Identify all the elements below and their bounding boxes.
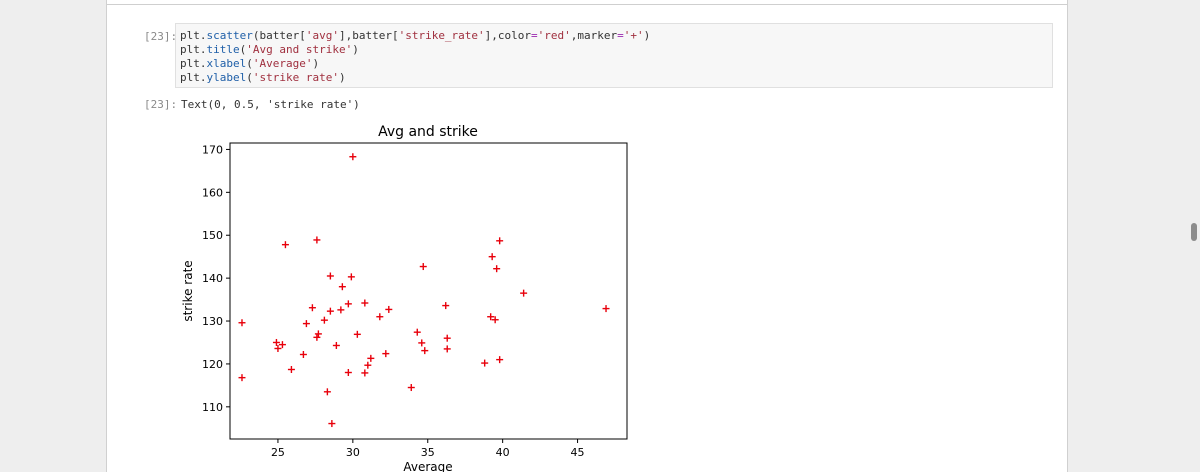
scatter-point xyxy=(299,350,307,358)
scatter-point xyxy=(349,153,357,161)
scatter-point xyxy=(520,289,528,297)
scatter-point xyxy=(344,369,352,377)
y-tick-label: 140 xyxy=(202,272,223,285)
y-tick-label: 110 xyxy=(202,401,223,414)
scatter-point xyxy=(493,265,501,273)
data-points xyxy=(238,153,610,428)
scatter-point xyxy=(323,388,331,396)
y-axis-label: strike rate xyxy=(181,260,195,321)
scatter-point xyxy=(418,339,426,347)
y-axis-ticks: 110 120 130 140 150 160 170 xyxy=(202,143,230,414)
y-tick-label: 120 xyxy=(202,358,223,371)
scatter-point xyxy=(385,305,393,313)
scatter-point xyxy=(361,299,369,307)
y-tick-label: 170 xyxy=(202,143,223,156)
chart-title: Avg and strike xyxy=(378,124,478,140)
scatter-point xyxy=(313,236,321,244)
x-axis-ticks: 25 30 35 40 45 xyxy=(271,439,585,459)
scatter-point xyxy=(326,272,334,280)
scatter-point xyxy=(278,341,286,349)
scatter-point xyxy=(238,319,246,327)
x-tick-label: 40 xyxy=(496,446,510,459)
scatter-point xyxy=(481,359,489,367)
x-tick-label: 45 xyxy=(571,446,585,459)
scatter-point xyxy=(314,330,322,338)
scatter-point xyxy=(443,334,451,342)
scatter-point xyxy=(337,306,345,314)
scatter-point xyxy=(443,345,451,353)
scatter-point xyxy=(419,263,427,271)
scatter-point xyxy=(496,356,504,364)
scrollbar-thumb[interactable] xyxy=(1191,223,1197,241)
scatter-point xyxy=(338,283,346,291)
scatter-point xyxy=(347,273,355,281)
y-tick-label: 130 xyxy=(202,315,223,328)
scatter-point xyxy=(602,305,610,313)
scatter-point xyxy=(496,237,504,245)
scatter-point xyxy=(332,341,340,349)
x-tick-label: 35 xyxy=(421,446,435,459)
scatter-point xyxy=(353,330,361,338)
scatter-point xyxy=(287,366,295,374)
plot-frame xyxy=(229,142,628,440)
scatter-point xyxy=(364,361,372,369)
y-tick-label: 150 xyxy=(202,229,223,242)
scatter-point xyxy=(488,253,496,261)
scatter-point xyxy=(328,420,336,428)
x-tick-label: 30 xyxy=(346,446,360,459)
scatter-point xyxy=(238,374,246,382)
notebook-panel: [23]: plt.scatter(batter['avg'],batter['… xyxy=(106,0,1068,472)
scatter-point xyxy=(272,338,280,346)
scatter-point xyxy=(320,316,328,324)
scatter-point xyxy=(302,320,310,328)
x-axis-label: Average xyxy=(403,460,452,472)
scatter-point xyxy=(281,241,289,249)
scatter-point xyxy=(421,347,429,355)
scatter-point xyxy=(274,344,282,352)
scatter-point xyxy=(313,333,321,341)
scatter-chart: Avg and strike 25 30 35 40 45 110 120 130 140 15… xyxy=(181,124,628,472)
scatter-point xyxy=(344,300,352,308)
scatter-point xyxy=(442,302,450,310)
scatter-point xyxy=(382,350,390,358)
scatter-point xyxy=(361,369,369,377)
y-tick-label: 160 xyxy=(202,186,223,199)
scatter-point xyxy=(326,307,334,315)
scatter-point xyxy=(413,328,421,336)
scatter-point xyxy=(367,354,375,362)
scatter-point xyxy=(308,304,316,312)
scatter-point xyxy=(376,313,384,321)
scatter-point xyxy=(407,384,415,392)
x-tick-label: 25 xyxy=(271,446,285,459)
